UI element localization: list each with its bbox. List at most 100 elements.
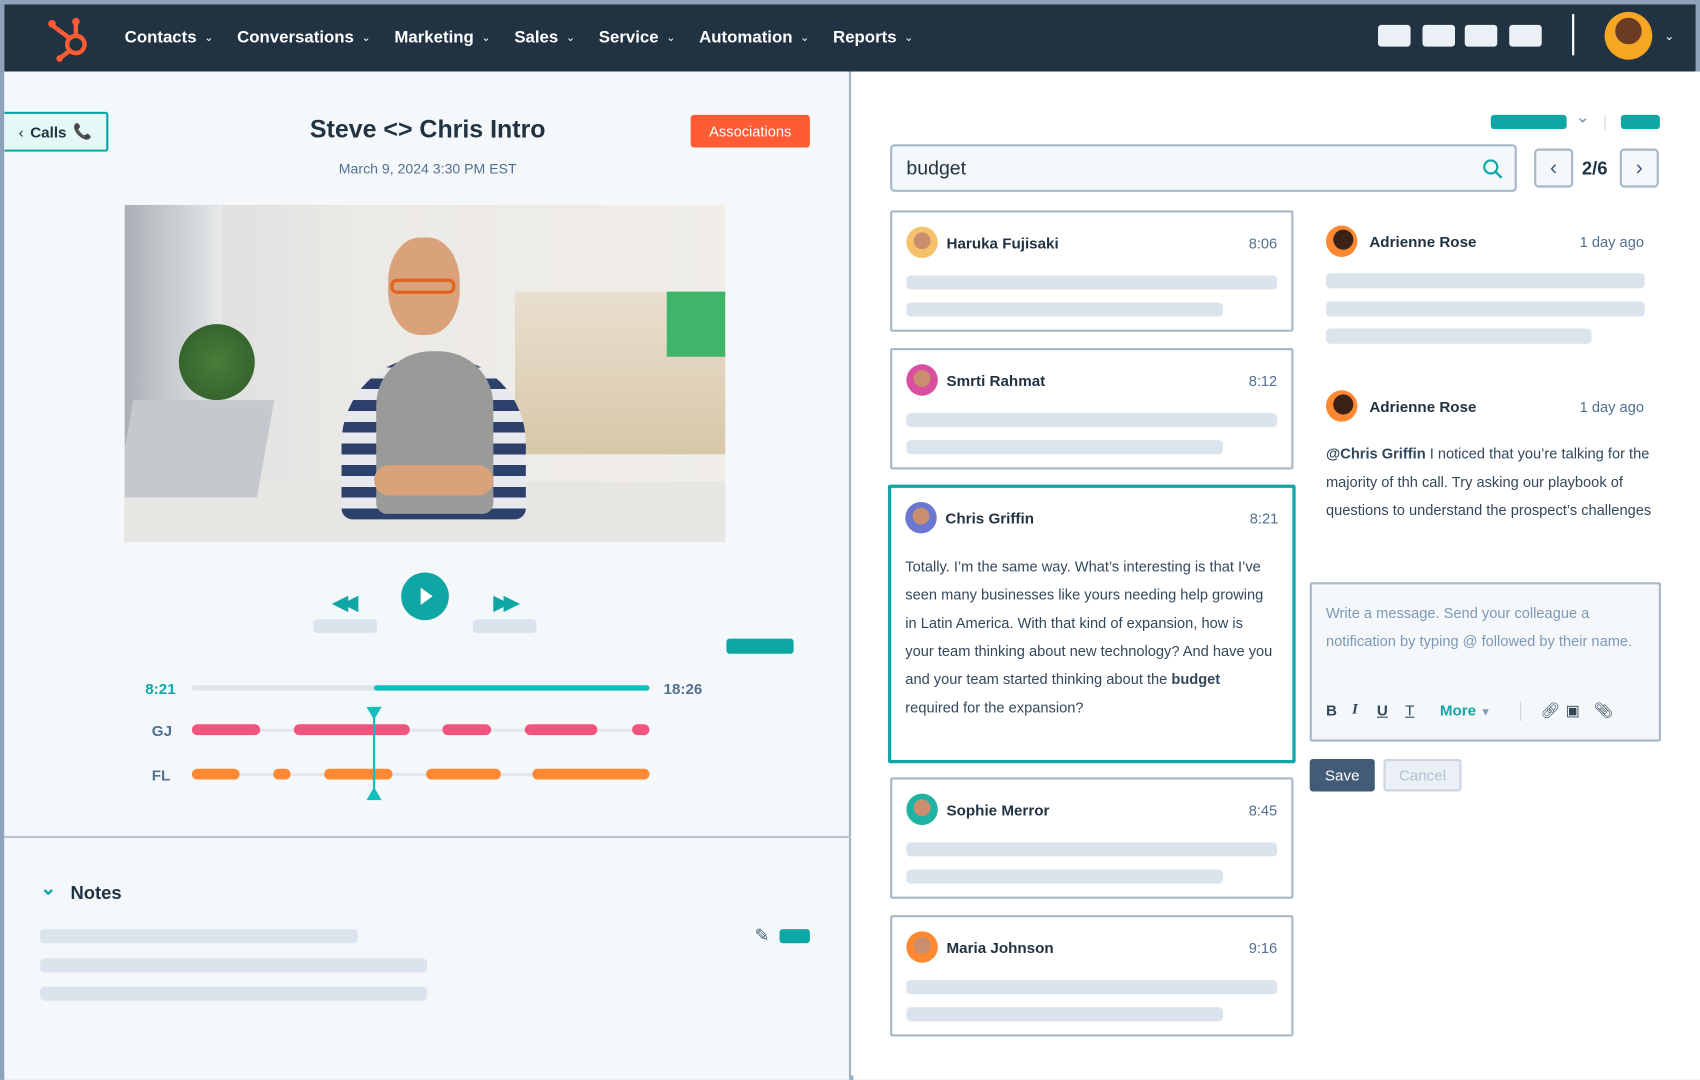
progress-fill (373, 685, 650, 691)
playhead[interactable] (365, 706, 382, 801)
play-icon (420, 587, 433, 605)
call-panel: ‹ Calls 📞 Steve <> Chris Intro March 9, 20… (4, 71, 852, 1080)
skeleton (472, 619, 537, 634)
speaking-segment[interactable] (293, 724, 410, 736)
skeleton (1325, 301, 1645, 317)
bold-button[interactable]: B (1326, 701, 1337, 718)
nav-item-sales[interactable]: Sales ⌄ (514, 28, 575, 48)
chevron-down-icon: ⌄ (204, 31, 214, 44)
transcript-card[interactable]: Chris Griffin 8:21 Totally. I’m the same w… (887, 484, 1296, 764)
search-icon[interactable] (1482, 158, 1504, 180)
mention[interactable]: @Chris Griffin (1326, 446, 1426, 462)
chevron-down-icon[interactable]: ⌄ (40, 877, 56, 900)
skeleton (906, 1007, 1223, 1022)
app-frame: Contacts ⌄ Conversations ⌄ Marketing ⌄ Sales ⌄ S… (0, 0, 1700, 1080)
nav-icon-button[interactable] (1464, 24, 1498, 47)
speaking-segment[interactable] (191, 768, 240, 780)
play-button[interactable] (401, 572, 449, 621)
comment-editor[interactable]: Write a message. Send your colleague a n… (1309, 582, 1661, 742)
chevron-down-icon: ⌄ (481, 31, 491, 44)
chevron-down-icon[interactable]: ⌄ (1575, 106, 1590, 128)
nav-icon-button[interactable] (1509, 24, 1542, 47)
speed-button[interactable] (726, 638, 794, 654)
nav-icon-button[interactable] (1378, 24, 1411, 47)
user-avatar[interactable] (1604, 11, 1653, 60)
next-result-button[interactable]: › (1619, 148, 1659, 188)
top-nav: Contacts ⌄ Conversations ⌄ Marketing ⌄ Sales ⌄ S… (4, 4, 1696, 72)
image-icon[interactable]: ▣ (1566, 701, 1580, 719)
chevron-down-icon: ⌄ (361, 31, 371, 44)
transcript-text: Totally. I’m the same way. What’s intere… (905, 558, 1273, 716)
comment-text: @Chris Griffin I noticed that you’re tal… (1325, 445, 1652, 519)
divider (4, 835, 852, 839)
rewind-icon[interactable]: ◀◀ (332, 589, 359, 616)
divider (1604, 114, 1606, 131)
fast-forward-icon[interactable]: ▶▶ (493, 589, 520, 616)
transcript-card[interactable]: Sophie Merror 8:45 (890, 777, 1294, 899)
previous-result-button[interactable]: ‹ (1534, 148, 1574, 188)
italic-button[interactable]: I (1352, 701, 1358, 718)
divider (1520, 701, 1522, 721)
link-icon[interactable]: 🔗︎ (1541, 701, 1560, 719)
speaking-segment[interactable] (191, 724, 261, 736)
skeleton (906, 980, 1278, 995)
skeleton (313, 619, 378, 634)
skeleton (40, 958, 428, 973)
underline-button[interactable]: U (1377, 701, 1388, 718)
skeleton (906, 842, 1278, 857)
speaking-segment[interactable] (524, 724, 598, 736)
avatar (906, 931, 938, 963)
avatar (905, 501, 937, 534)
nav-item-reports[interactable]: Reports ⌄ (833, 28, 913, 48)
nav-item-conversations[interactable]: Conversations ⌄ (237, 28, 370, 48)
chevron-down-icon: ⌄ (800, 31, 810, 44)
search-input[interactable] (890, 144, 1517, 192)
skeleton (40, 986, 428, 1001)
video-player[interactable] (124, 204, 726, 543)
avatar (1325, 225, 1358, 257)
clear-format-button[interactable]: T (1405, 701, 1414, 718)
attachment-icon[interactable]: 📎︎ (1594, 701, 1613, 719)
associations-button[interactable]: Associations (690, 114, 810, 148)
transcript-panel: ⌄ ‹ 2/6 › Haruka Fujisaki8:06 Smrti Rahma… (853, 71, 1700, 1080)
transcript-card[interactable]: Smrti Rahmat 8:12 (890, 348, 1294, 470)
nav-item-marketing[interactable]: Marketing ⌄ (394, 28, 490, 48)
result-counter: 2/6 (1581, 158, 1608, 179)
speaking-segment[interactable] (324, 768, 393, 780)
cancel-button[interactable]: Cancel (1383, 758, 1462, 792)
speaking-segment[interactable] (442, 724, 492, 736)
skeleton (40, 929, 358, 944)
caret-down-icon: ▼ (1480, 706, 1492, 719)
speaker-label: FL (151, 766, 171, 784)
search-highlight: budget (1171, 671, 1221, 688)
save-button[interactable]: Save (1309, 758, 1375, 792)
nav-item-contacts[interactable]: Contacts ⌄ (125, 28, 214, 48)
speaking-segment[interactable] (273, 768, 291, 780)
total-time: 18:26 (663, 679, 703, 698)
avatar (906, 793, 938, 826)
more-dropdown[interactable]: More ▼ (1440, 701, 1491, 718)
speaking-segment[interactable] (426, 768, 501, 780)
skeleton (1325, 328, 1592, 344)
pencil-icon[interactable]: ✎ (755, 925, 770, 947)
skeleton (906, 302, 1223, 317)
transcript-card[interactable]: Maria Johnson 9:16 (890, 915, 1294, 1037)
hubspot-logo[interactable] (43, 13, 95, 63)
nav-item-automation[interactable]: Automation ⌄ (699, 28, 809, 48)
nav-icon-button[interactable] (1422, 24, 1455, 47)
action-button[interactable] (1620, 114, 1660, 130)
divider (1572, 14, 1575, 56)
speaking-segment[interactable] (532, 768, 650, 780)
call-date: March 9, 2024 3:30 PM EST (338, 160, 517, 177)
chevron-down-icon[interactable]: ⌄ (1664, 29, 1674, 43)
skeleton (906, 413, 1278, 428)
avatar (1325, 390, 1358, 422)
speaking-segment[interactable] (632, 724, 650, 736)
filter-button[interactable] (1490, 114, 1567, 130)
transcript-card[interactable]: Haruka Fujisaki 8:06 (890, 210, 1294, 332)
editor-placeholder: Write a message. Send your colleague a n… (1325, 604, 1633, 650)
speaker-label: GJ (151, 722, 173, 740)
notes-action-button[interactable] (779, 929, 810, 944)
current-time: 8:21 (145, 679, 176, 698)
nav-item-service[interactable]: Service ⌄ (599, 28, 676, 48)
